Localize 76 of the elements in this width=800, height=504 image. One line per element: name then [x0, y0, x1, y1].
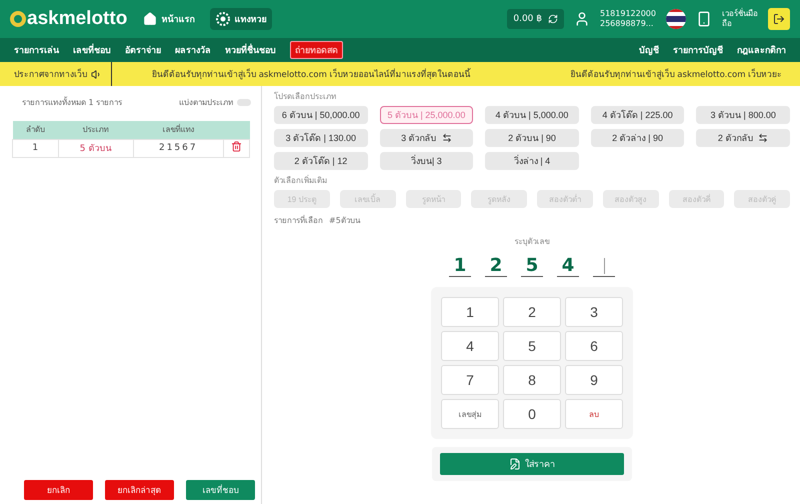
chosen-tag: #5ตัวบน: [329, 214, 360, 227]
flag-icon[interactable]: [666, 9, 686, 29]
bet-type-button[interactable]: 6 ตัวบน | 50,000.00: [274, 106, 368, 124]
digit-slot[interactable]: 1: [449, 255, 471, 277]
key-button[interactable]: 8: [503, 365, 561, 395]
column-header: ประเภท: [58, 121, 134, 139]
key-button[interactable]: 6: [565, 331, 623, 361]
user-icon: [574, 11, 590, 27]
submit-button[interactable]: ใส่ราคา: [440, 453, 624, 475]
nav-link[interactable]: รายการเล่น: [14, 43, 59, 57]
logout-button[interactable]: [768, 8, 790, 30]
table-cell: 1: [12, 139, 58, 157]
home-icon: [143, 12, 158, 26]
logo[interactable]: askmelotto: [10, 8, 128, 30]
key-button[interactable]: 3: [565, 297, 623, 327]
bet-type-button[interactable]: 2 ตัวกลับ: [696, 129, 790, 147]
key-button[interactable]: 1: [441, 297, 499, 327]
key-button[interactable]: 7: [441, 365, 499, 395]
action-button[interactable]: ยกเลิกล่าสุด: [105, 480, 174, 500]
bet-type-button[interactable]: 2 ตัวล่าง | 90: [590, 129, 684, 147]
key-button[interactable]: 9: [565, 365, 623, 395]
nav-link[interactable]: อัตราจ่าย: [125, 43, 161, 57]
balance: 0.00 ฿: [507, 9, 564, 29]
digit-slot[interactable]: [593, 255, 615, 277]
section-label: ตัวเลือกเพิ่มเติม: [274, 174, 328, 187]
key-button[interactable]: 5: [503, 331, 561, 361]
bet-type-button[interactable]: 4 ตัวโต๊ด | 225.00: [590, 106, 684, 124]
speaker-icon: [91, 68, 102, 80]
bet-type-button[interactable]: วิ่งล่าง | 4: [485, 152, 579, 170]
bet-type-button[interactable]: วิ่งบน| 3: [380, 152, 474, 170]
digit-slot[interactable]: 2: [485, 255, 507, 277]
key-button[interactable]: ลบ: [565, 399, 623, 429]
user-number: 256898879...: [600, 19, 654, 29]
delete-icon[interactable]: [231, 141, 242, 152]
nav-link[interactable]: ผลรางวัล: [175, 43, 211, 57]
edit-icon: [509, 458, 521, 470]
refresh-icon[interactable]: [548, 14, 558, 24]
announcement-text: ยินดีต้อนรับทุกท่านเข้าสู่เว็บ askmelotto.com เว็บหวยะ: [570, 68, 782, 81]
home-link[interactable]: หน้าแรก: [137, 8, 200, 30]
bet-type-button[interactable]: 2 ตัวโต๊ด | 12: [274, 152, 368, 170]
bet-type-button[interactable]: 3 ตัวบน | 800.00: [696, 106, 790, 124]
bet-link[interactable]: แทงหวย: [210, 8, 272, 30]
action-button[interactable]: เลขที่ชอบ: [186, 480, 255, 500]
key-button[interactable]: 0: [503, 399, 561, 429]
nav-link[interactable]: รายการบัญชี: [673, 43, 723, 57]
digit-slot[interactable]: 5: [521, 255, 543, 277]
key-button[interactable]: 4: [441, 331, 499, 361]
nav-link[interactable]: กฎและกติกา: [737, 43, 786, 57]
entry-label: ระบุตัวเลข: [514, 236, 550, 248]
split-toggle[interactable]: [237, 99, 251, 106]
announcement-label: ประกาศจากทางเว็บ: [14, 68, 87, 81]
nav-link[interactable]: บัญชี: [639, 43, 659, 57]
user-id: 51819122000: [600, 9, 656, 19]
table-cell: 21567: [133, 139, 224, 157]
nav-link[interactable]: เลขที่ชอบ: [73, 43, 111, 57]
action-button[interactable]: ยกเลิก: [24, 480, 93, 500]
section-label: โปรดเลือกประเภท: [274, 90, 337, 103]
column-header: เลขที่แทง: [133, 121, 224, 139]
chip-icon: [216, 12, 230, 26]
split-label: แบ่งตามประเภท: [179, 97, 233, 109]
logout-icon: [773, 13, 785, 25]
nav-link[interactable]: หวยที่ชื่นชอบ: [225, 43, 276, 57]
table-cell: 5 ตัวบน: [58, 139, 134, 157]
mobile-version-link[interactable]: เวอร์ชั่นมือถือ: [722, 9, 758, 29]
bet-summary: รายการแทงทั้งหมด 1 รายการ: [22, 96, 122, 109]
announcement-text: ยินดีต้อนรับทุกท่านเข้าสู่เว็บ askmelotto.com เว็บหวยออนไลน์ที่มาแรงที่สุดในตอนนี้: [152, 67, 471, 81]
key-button[interactable]: เลขสุ่ม: [441, 399, 499, 429]
bet-type-button[interactable]: 3 ตัวกลับ: [380, 129, 474, 147]
phone-icon[interactable]: [696, 11, 712, 27]
digit-slot[interactable]: 4: [557, 255, 579, 277]
bet-type-button[interactable]: 3 ตัวโต๊ด | 130.00: [274, 129, 368, 147]
bet-type-button[interactable]: 2 ตัวบน | 90: [485, 129, 579, 147]
chosen-label: รายการที่เลือก: [274, 214, 323, 227]
bet-type-button[interactable]: 4 ตัวบน | 5,000.00: [485, 106, 579, 124]
key-button[interactable]: 2: [503, 297, 561, 327]
column-header: ลำดับ: [12, 121, 58, 139]
